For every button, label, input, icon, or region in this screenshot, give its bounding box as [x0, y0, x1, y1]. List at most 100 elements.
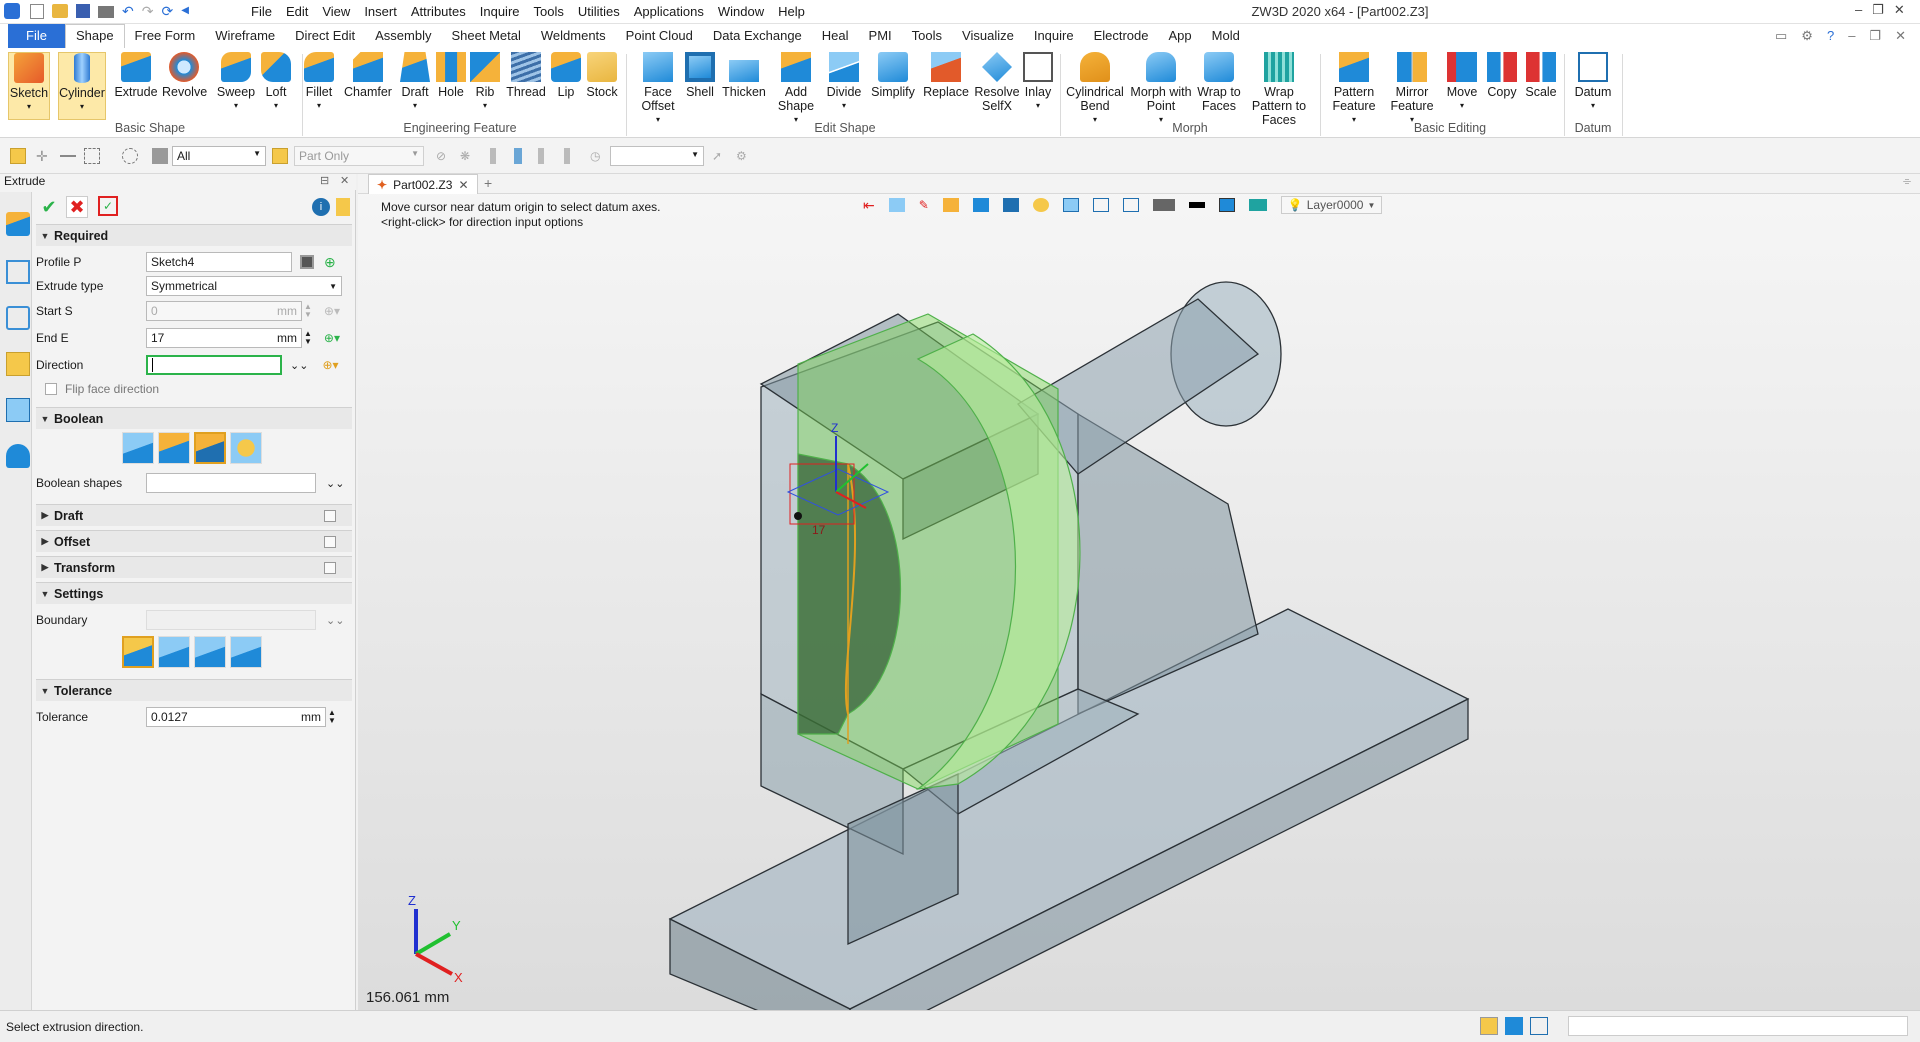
tab-shape[interactable]: Shape [64, 24, 125, 48]
section-boolean[interactable]: ▼ Boolean [36, 407, 352, 429]
move-button[interactable]: Move ▾ [1444, 52, 1480, 113]
gear-icon[interactable]: ⚙ [1801, 28, 1813, 44]
back-arrow-icon[interactable]: ◀ [181, 4, 189, 19]
graphics-viewport[interactable]: ✦ Part002.Z3 ✕ + ⌯ Move cursor near datum … [358, 174, 1920, 1010]
assembly-tree-icon[interactable] [6, 306, 30, 330]
sweep-button[interactable]: Sweep ▾ [214, 52, 258, 113]
tab-wireframe[interactable]: Wireframe [205, 24, 285, 48]
tab-file[interactable]: File [8, 24, 65, 48]
end-spinner-icon[interactable]: ▲ ▼ [304, 330, 312, 346]
shell-button[interactable]: Shell [684, 52, 716, 99]
filter-select[interactable]: All ▼ [172, 146, 266, 166]
ok-icon[interactable]: ✔ [38, 196, 60, 218]
tab-data-exchange[interactable]: Data Exchange [703, 24, 812, 48]
boolean-base-icon[interactable] [122, 432, 154, 464]
layer-filter-icon[interactable] [152, 148, 168, 164]
boolean-expand-icon[interactable]: ⌄⌄ [326, 477, 344, 490]
cylinder-button[interactable]: Cylinder ▾ [58, 52, 106, 120]
menu-view[interactable]: View [315, 0, 357, 24]
tab-tools[interactable]: Tools [902, 24, 952, 48]
menu-attributes[interactable]: Attributes [404, 0, 473, 24]
thread-button[interactable]: Thread [504, 52, 548, 99]
start-spinner-icon[interactable]: ▲ ▼ [304, 303, 312, 319]
extrude-type-select[interactable]: Symmetrical ▼ [146, 276, 342, 296]
simplify-button[interactable]: Simplify [870, 52, 916, 99]
tab-pmi[interactable]: PMI [859, 24, 902, 48]
copy-button[interactable]: Copy [1484, 52, 1520, 99]
menu-applications[interactable]: Applications [627, 0, 711, 24]
refresh-icon[interactable]: ⟳ [161, 4, 173, 19]
hole-button[interactable]: Hole [436, 52, 466, 99]
menu-edit[interactable]: Edit [279, 0, 315, 24]
menu-tools[interactable]: Tools [527, 0, 571, 24]
boundary-expand-icon[interactable]: ⌄⌄ [326, 614, 344, 627]
tab-point-cloud[interactable]: Point Cloud [616, 24, 703, 48]
boolean-intersect-icon[interactable] [230, 432, 262, 464]
pick-filter-icon[interactable] [10, 148, 26, 164]
section-settings[interactable]: ▼ Settings [36, 582, 352, 604]
status-mode-icon-3[interactable] [1530, 1017, 1548, 1035]
crosshair-icon[interactable]: ✛ [36, 148, 52, 164]
minimize-icon[interactable]: – [1855, 2, 1862, 18]
divide-button[interactable]: Divide ▾ [824, 52, 864, 113]
views-icon[interactable] [6, 398, 30, 422]
scale-button[interactable]: Scale [1524, 52, 1558, 99]
print-icon[interactable] [98, 6, 114, 18]
distribute-icon[interactable] [564, 148, 570, 164]
model-canvas[interactable]: Z 17 Z Y X [358, 174, 1920, 1010]
settings-option-3-icon[interactable] [194, 636, 226, 668]
profile-field[interactable]: Sketch4 [146, 252, 292, 272]
direction-field[interactable] [146, 355, 282, 375]
panel-close-icon[interactable]: ✕ [340, 174, 349, 187]
wrap-pattern-to-faces-button[interactable]: Wrap Pattern to Faces [1244, 52, 1314, 127]
direction-expand-icon[interactable]: ⌄⌄ [290, 359, 308, 372]
stock-button[interactable]: Stock [584, 52, 620, 99]
tab-weldments[interactable]: Weldments [531, 24, 616, 48]
lasso-select-icon[interactable] [122, 148, 138, 164]
loft-button[interactable]: Loft ▾ [258, 52, 294, 113]
replace-button[interactable]: Replace [922, 52, 970, 99]
align-right-icon[interactable] [538, 148, 544, 164]
mdi-minimize-icon[interactable]: – [1848, 28, 1855, 44]
transform-checkbox[interactable] [324, 561, 336, 574]
status-mode-icon-1[interactable] [1480, 1017, 1498, 1035]
align-center-icon[interactable] [514, 148, 522, 164]
mirror-feature-button[interactable]: Mirror Feature ▾ [1384, 52, 1440, 127]
align-icon[interactable] [490, 148, 496, 164]
section-draft[interactable]: ▶ Draft [36, 504, 352, 526]
box-select-icon[interactable] [84, 148, 100, 164]
command-input[interactable] [1568, 1016, 1908, 1036]
thicken-button[interactable]: Thicken [720, 52, 768, 99]
layers-icon[interactable] [6, 352, 30, 376]
extrude-button[interactable]: Extrude [114, 52, 158, 99]
direction-option-icon[interactable]: ⊕▾ [322, 358, 338, 372]
menu-inquire[interactable]: Inquire [473, 0, 527, 24]
settings-option-2-icon[interactable] [158, 636, 190, 668]
cancel-icon[interactable]: ✖ [66, 196, 88, 218]
profile-option-icon[interactable]: ⊕ [324, 254, 336, 271]
rib-button[interactable]: Rib ▾ [470, 52, 500, 113]
section-offset[interactable]: ▶ Offset [36, 530, 352, 552]
add-shape-button[interactable]: Add Shape ▾ [774, 52, 818, 127]
menu-window[interactable]: Window [711, 0, 771, 24]
start-field[interactable]: 0 mm [146, 301, 302, 321]
draft-checkbox[interactable] [324, 509, 336, 522]
tolerance-field[interactable]: 0.0127 mm [146, 707, 326, 727]
end-field[interactable]: 17 mm [146, 328, 302, 348]
lip-button[interactable]: Lip [550, 52, 582, 99]
menu-file[interactable]: File [244, 0, 279, 24]
extra-select[interactable]: ▼ [610, 146, 704, 166]
dimension-label[interactable]: 17 [812, 523, 826, 537]
boolean-remove-icon[interactable] [194, 432, 226, 464]
flip-checkbox[interactable] [45, 383, 57, 395]
wrap-to-faces-button[interactable]: Wrap to Faces [1196, 52, 1242, 113]
apply-icon[interactable]: ✓ [98, 196, 118, 216]
tab-sheet-metal[interactable]: Sheet Metal [442, 24, 531, 48]
user-icon[interactable] [6, 444, 30, 468]
tab-visualize[interactable]: Visualize [952, 24, 1024, 48]
history-tree-icon[interactable] [6, 260, 30, 284]
collapse-ribbon-icon[interactable]: ▭ [1775, 28, 1787, 44]
save-icon[interactable] [76, 4, 90, 18]
inlay-button[interactable]: Inlay ▾ [1022, 52, 1054, 113]
boolean-add-icon[interactable] [158, 432, 190, 464]
